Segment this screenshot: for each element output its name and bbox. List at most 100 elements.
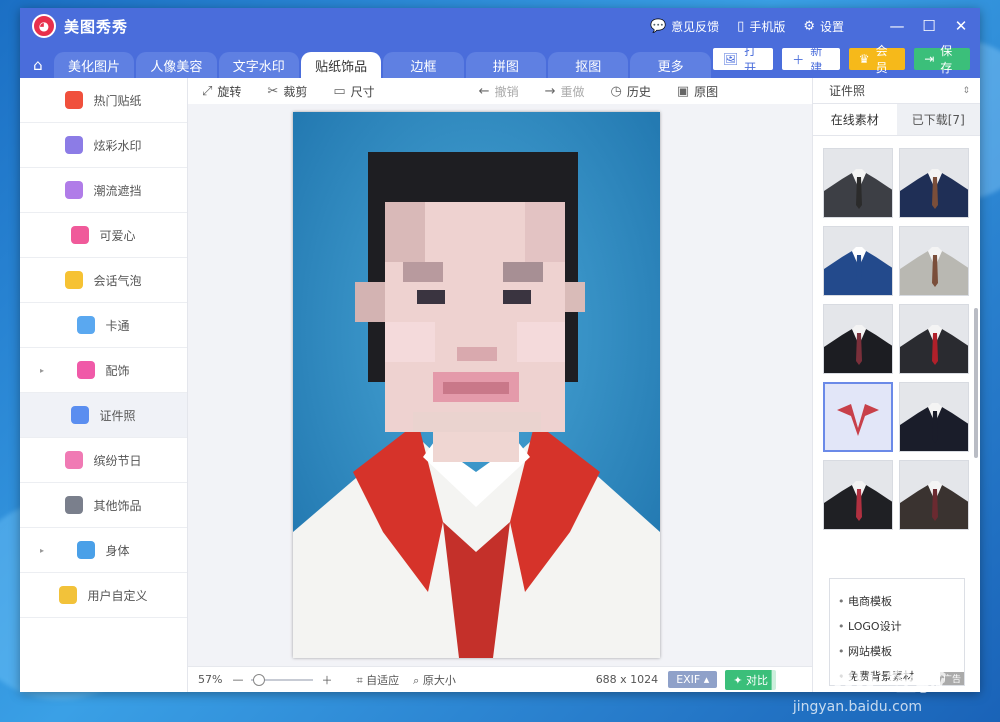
member-label: 会员 (875, 44, 888, 75)
category-select-value: 证件照 (829, 84, 866, 98)
actual-size-button[interactable]: ⌕ 原大小 (413, 672, 456, 688)
suit-thumbnail[interactable] (899, 148, 969, 218)
zoom-slider-knob[interactable] (252, 673, 265, 686)
ad-item[interactable]: 网站模板 (838, 639, 956, 664)
sidebar-item-label: 其他饰品 (93, 498, 142, 513)
rotate-button[interactable]: ⤢ 旋转 (202, 83, 241, 100)
expand-arrow-icon[interactable]: ▸ (40, 546, 44, 555)
expand-arrow-icon[interactable]: ▸ (40, 366, 44, 375)
minimize-button[interactable]: — (888, 17, 906, 35)
fit-button[interactable]: ⌗ 自适应 (356, 672, 399, 688)
sidebar-item[interactable]: 潮流遮挡 (20, 168, 187, 213)
undo-arrow-icon: ← (478, 83, 490, 99)
original-label: 原图 (694, 84, 719, 99)
sidebar-item[interactable]: 用户自定义 (20, 573, 187, 618)
original-button[interactable]: ▣ 原图 (677, 83, 718, 100)
sidebar-item-label: 卡通 (105, 318, 130, 333)
category-icon (77, 361, 96, 379)
sidebar-item[interactable]: 炫彩水印 (20, 123, 187, 168)
export-icon: ⇥ (924, 52, 935, 66)
category-icon (65, 91, 84, 109)
redo-button[interactable]: → 重做 (545, 83, 585, 100)
size-button[interactable]: ▭ 尺寸 (333, 83, 374, 100)
mobile-link[interactable]: ▯ 手机版 (737, 18, 785, 35)
suit-thumbnail[interactable] (823, 460, 893, 530)
edit-toolbar: ⤢ 旋转 ✂ 裁剪 ▭ 尺寸 ← 撤销 → 重做 ◷ 历史 ▣ 原图 (188, 78, 812, 104)
edited-photo[interactable] (293, 112, 660, 658)
suit-thumbnail[interactable] (823, 382, 893, 452)
sidebar-item[interactable]: 会话气泡 (20, 258, 187, 303)
sidebar-item-label: 配饰 (105, 363, 130, 378)
suit-thumbnail[interactable] (823, 226, 893, 296)
sidebar-item[interactable]: 证件照 (20, 393, 187, 438)
category-icon (71, 226, 90, 244)
tab-text-watermark[interactable]: 文字水印 (218, 52, 299, 78)
tab-cutout[interactable]: 抠图 (548, 52, 629, 78)
sidebar-item[interactable]: 可爱心 (20, 213, 187, 258)
canvas-area[interactable] (188, 104, 812, 666)
suit-thumbnail[interactable] (899, 304, 969, 374)
ad-item[interactable]: 电商模板 (838, 589, 956, 614)
tab-downloaded-materials[interactable]: 已下载[7] (896, 104, 980, 135)
sticker-category-sidebar: 热门贴纸炫彩水印 潮流遮挡 可爱心 会话气泡卡通 ▸ 配饰证件照 缤纷节日其他饰品 ▸ 身体用户… (20, 78, 188, 692)
image-icon: 🖼 (722, 52, 739, 66)
mobile-label: 手机版 (749, 19, 786, 34)
suit-thumbnail[interactable] (899, 460, 969, 530)
open-button[interactable]: 🖼 打开 (712, 44, 774, 75)
maximize-button[interactable]: ☐ (920, 17, 938, 35)
category-icon (65, 181, 84, 199)
tab-more[interactable]: 更多 (630, 52, 711, 78)
main-window: ◕ 美图秀秀 💬 意见反馈 ▯ 手机版 ⚙ 设置 — ☐ ✕ ⌂ 美化图片 人像… (20, 8, 980, 692)
sidebar-item[interactable]: ▸ 身体 (20, 528, 187, 573)
sidebar-item-label: 身体 (105, 543, 130, 558)
new-label: 新建 (810, 44, 823, 75)
undo-button[interactable]: ← 撤销 (479, 83, 519, 100)
chat-icon: 💬 (649, 18, 667, 34)
feedback-link[interactable]: 💬 意见反馈 (650, 18, 719, 35)
category-icon (65, 271, 84, 289)
tab-frames[interactable]: 边框 (383, 52, 464, 78)
updown-caret-icon: ⇕ (962, 85, 970, 96)
sidebar-item[interactable]: 热门贴纸 (20, 78, 187, 123)
save-button[interactable]: ⇥ 保存 (914, 44, 971, 75)
category-icon (65, 451, 84, 469)
zoom-in-button[interactable]: ＋ (321, 672, 332, 688)
zoom-out-button[interactable]: — (232, 673, 243, 686)
category-icon (59, 586, 78, 604)
sidebar-item[interactable]: 卡通 (20, 303, 187, 348)
suit-thumbnail[interactable] (899, 382, 969, 452)
sidebar-item-label: 用户自定义 (87, 588, 148, 603)
category-icon (77, 316, 96, 334)
crop-button[interactable]: ✂ 裁剪 (267, 83, 307, 100)
redo-label: 重做 (560, 84, 585, 99)
exif-label: EXIF (676, 673, 701, 686)
tab-collage[interactable]: 拼图 (465, 52, 547, 78)
sidebar-item[interactable]: 缤纷节日 (20, 438, 187, 483)
home-button[interactable]: ⌂ (22, 52, 54, 78)
tab-portrait[interactable]: 人像美容 (136, 52, 217, 78)
tab-stickers[interactable]: 贴纸饰品 (300, 52, 382, 78)
panel-scrollbar[interactable] (974, 308, 978, 458)
ad-item[interactable]: LOGO设计 (838, 614, 956, 639)
zoom-slider[interactable] (251, 673, 314, 686)
sidebar-item[interactable]: 其他饰品 (20, 483, 187, 528)
sidebar-item[interactable]: ▸ 配饰 (20, 348, 187, 393)
new-button[interactable]: ＋ 新建 (782, 44, 840, 75)
plus-icon: ＋ (792, 52, 805, 67)
tab-beautify[interactable]: 美化图片 (53, 52, 135, 78)
tab-online-materials[interactable]: 在线素材 (813, 104, 897, 135)
sidebar-item-label: 热门贴纸 (93, 93, 142, 108)
member-button[interactable]: ♛ 会员 (848, 44, 906, 75)
status-bar: 57% — ＋ ⌗ 自适应 ⌕ 原大小 688 x 1024 EXIF ▴ ✦ … (188, 666, 812, 692)
category-icon (77, 541, 96, 559)
fit-label: 自适应 (366, 673, 400, 687)
close-button[interactable]: ✕ (952, 17, 970, 35)
category-select[interactable]: 证件照 ⇕ (813, 78, 980, 104)
material-tabs: 在线素材 已下载[7] (813, 104, 980, 136)
settings-link[interactable]: ⚙ 设置 (803, 18, 844, 35)
exif-button[interactable]: EXIF ▴ (668, 671, 718, 688)
suit-thumbnail[interactable] (823, 304, 893, 374)
suit-thumbnail[interactable] (823, 148, 893, 218)
history-button[interactable]: ◷ 历史 (611, 83, 651, 100)
suit-thumbnail[interactable] (899, 226, 969, 296)
